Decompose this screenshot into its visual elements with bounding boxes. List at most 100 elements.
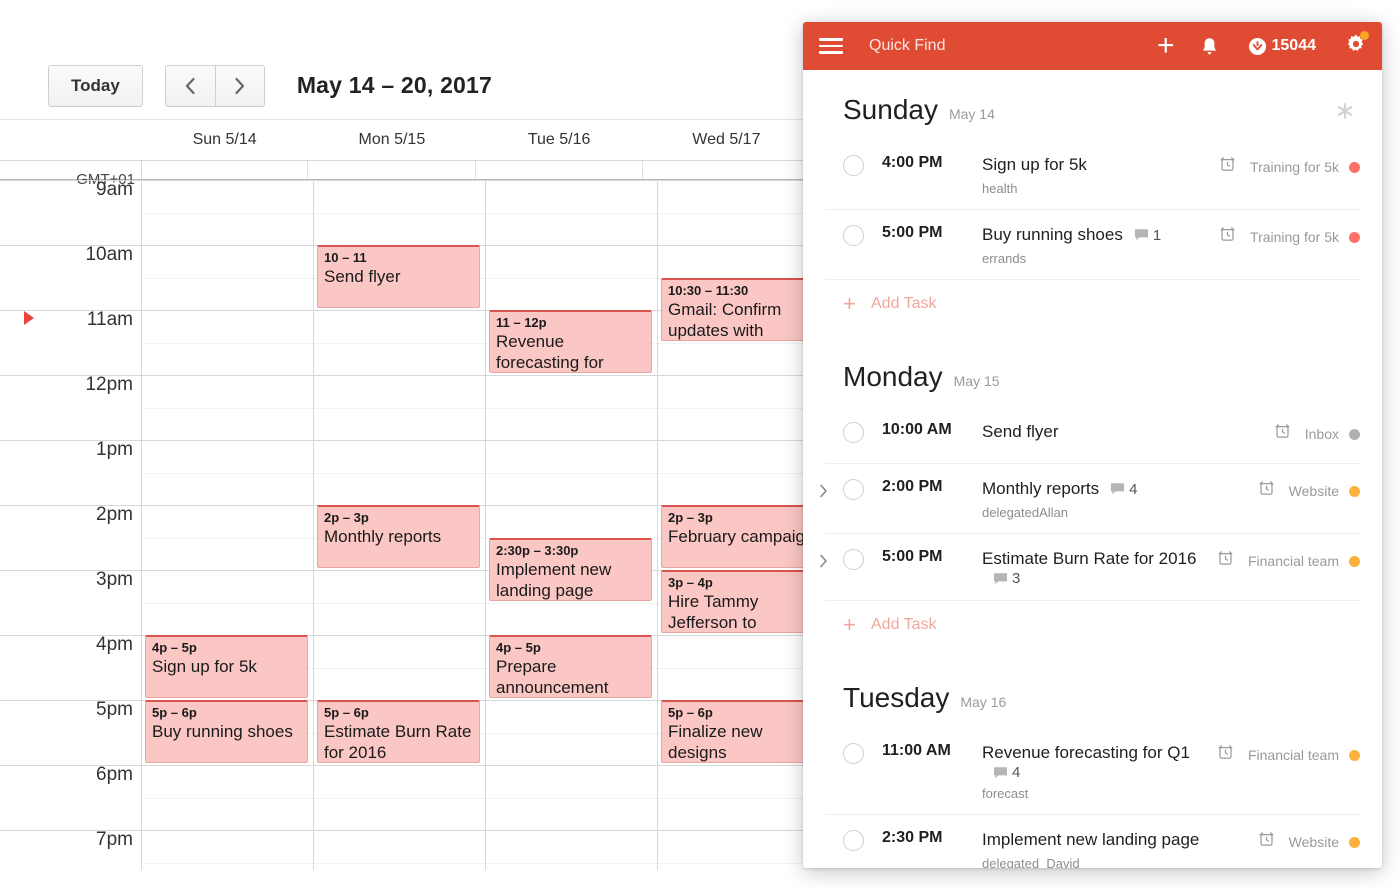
all-day-cell[interactable] [476,161,643,179]
calendar-event[interactable]: 4p – 5p Prepare announcement [489,635,652,698]
event-time: 3p – 4p [668,575,713,590]
task-project-color-dot [1349,485,1360,497]
time-slot: 7pm [0,829,141,870]
task-content: Sign up for 5k health [982,154,1219,196]
day-column-2[interactable]: 11 – 12p Revenue forecasting for 2:30p – 3… [485,180,657,870]
notifications-icon[interactable] [1201,37,1218,56]
task-project-name[interactable]: Website [1289,483,1339,499]
time-label: 7pm [96,829,133,850]
event-time: 2:30p – 3:30p [496,542,579,558]
day-column-3[interactable]: 10:30 – 11:30 Gmail: Confirm updates with… [657,180,810,870]
grid-line-hour [486,830,657,831]
comment-icon [993,766,1008,778]
today-button[interactable]: Today [48,64,143,107]
previous-week-button[interactable] [164,64,215,107]
calendar-event[interactable]: 5p – 6p Finalize new designs [661,700,810,763]
task-checkbox[interactable] [843,743,864,764]
task-project-name[interactable]: Training for 5k [1250,159,1339,175]
task-checkbox[interactable] [843,422,864,443]
task-comments[interactable]: 3 [993,570,1020,587]
day-column-0[interactable]: 4p – 5p Sign up for 5k 5p – 6p Buy running … [141,180,313,870]
task-row[interactable]: 5:00 PM Buy running shoes 1 errands Training… [825,209,1360,279]
calendar-event[interactable]: 10:30 – 11:30 Gmail: Confirm updates with [661,277,810,341]
alarm-clock-icon [1218,745,1233,759]
task-reminder-button[interactable] [1274,423,1291,445]
grid-line-half-hour [486,212,657,214]
task-row[interactable]: 2:30 PM Implement new landing page delegat… [825,814,1360,868]
task-project-name[interactable]: Financial team [1248,747,1339,763]
task-row[interactable]: 11:00 AM Revenue forecasting for Q1 4 forec… [825,728,1360,814]
grid-line-half-hour [486,602,657,604]
task-checkbox[interactable] [843,225,864,246]
calendar-event[interactable]: 5p – 6p Estimate Burn Rate for 2016 [317,700,480,763]
plus-icon: + [843,291,856,316]
calendar-event[interactable]: 5p – 6p Buy running shoes [145,700,308,763]
task-comments[interactable]: 4 [1110,480,1138,498]
comment-count: 4 [1129,480,1138,498]
next-week-button[interactable] [214,64,265,107]
all-day-cell[interactable] [643,161,810,179]
calendar-event[interactable]: 2p – 3p February campaign [661,505,810,568]
add-task-icon[interactable]: + [1157,31,1175,61]
grid-line-hour [486,375,657,376]
grid-line-half-hour [314,342,485,344]
task-checkbox[interactable] [843,479,864,500]
task-row[interactable]: 4:00 PM Sign up for 5k health Training for … [825,140,1360,209]
task-checkbox[interactable] [843,155,864,176]
task-reminder-button[interactable] [1219,226,1236,248]
quick-find-input[interactable]: Quick Find [869,37,1157,55]
task-comments[interactable]: 4 [993,764,1020,781]
task-row[interactable]: 5:00 PM Estimate Burn Rate for 2016 3 Finan… [820,533,1360,600]
calendar-event[interactable]: 10 – 11 Send flyer [317,245,480,308]
task-time: 2:30 PM [882,829,943,846]
event-time: 10:30 – 11:30 [668,282,749,298]
alarm-clock-icon [1220,157,1235,171]
expand-subtasks-button[interactable] [819,484,828,503]
task-row[interactable]: 10:00 AM Send flyer Inbox [825,407,1360,463]
add-task-button[interactable]: + Add Task [825,600,1360,658]
grid-line-half-hour [142,537,313,539]
task-reminder-button[interactable] [1258,831,1275,853]
expand-subtasks-button[interactable] [819,554,828,573]
calendar-event[interactable]: 3p – 4p Hire Tammy Jefferson to [661,570,810,633]
karma-points[interactable]: 15044 [1248,37,1316,56]
chevron-right-icon [820,484,827,498]
task-project-name[interactable]: Financial team [1248,553,1339,569]
grid-line-half-hour [314,862,485,864]
task-time: 4:00 PM [882,154,943,171]
time-slot: 9am [0,180,141,245]
day-name: Tuesday [843,682,950,713]
calendar-event[interactable]: 2:30p – 3:30p Implement new landing page [489,537,652,601]
task-reminder-button[interactable] [1258,480,1275,502]
calendar-event[interactable]: 4p – 5p Sign up for 5k [145,635,308,698]
day-tools-button[interactable] [1336,102,1354,125]
alarm-clock-icon [1218,551,1233,565]
comment-count: 4 [1012,764,1021,781]
settings-button[interactable] [1346,30,1369,59]
task-checkbox[interactable] [843,830,864,851]
task-content: Estimate Burn Rate for 2016 3 [982,548,1217,587]
task-project-name[interactable]: Inbox [1305,426,1339,442]
all-day-cell[interactable] [308,161,476,179]
grid-line-half-hour [658,667,810,669]
grid-line-hour [658,180,810,181]
task-project-name[interactable]: Training for 5k [1250,229,1339,245]
calendar-event[interactable]: 2p – 3p Monthly reports [317,505,480,568]
task-project-name[interactable]: Website [1289,834,1339,850]
hamburger-menu-icon[interactable] [819,34,843,58]
task-comments[interactable]: 1 [1134,227,1161,244]
event-time: 5p – 6p [152,705,197,720]
add-task-button[interactable]: + Add Task [825,279,1360,337]
grid-line-hour [658,375,810,376]
task-title-line: Sign up for 5k [982,154,1211,176]
task-checkbox[interactable] [843,549,864,570]
day-column-1[interactable]: 10 – 11 Send flyer 2p – 3p Monthly reports 5… [313,180,485,870]
task-reminder-button[interactable] [1217,550,1234,572]
task-row[interactable]: 2:00 PM Monthly reports 4 delegatedAllan Web… [820,463,1360,533]
task-reminder-button[interactable] [1219,156,1236,178]
all-day-cell[interactable] [141,161,309,179]
time-slot: 11am [0,309,141,375]
calendar-event[interactable]: 11 – 12p Revenue forecasting for [489,310,652,373]
time-slot: 1pm [0,439,141,505]
task-reminder-button[interactable] [1217,744,1234,766]
